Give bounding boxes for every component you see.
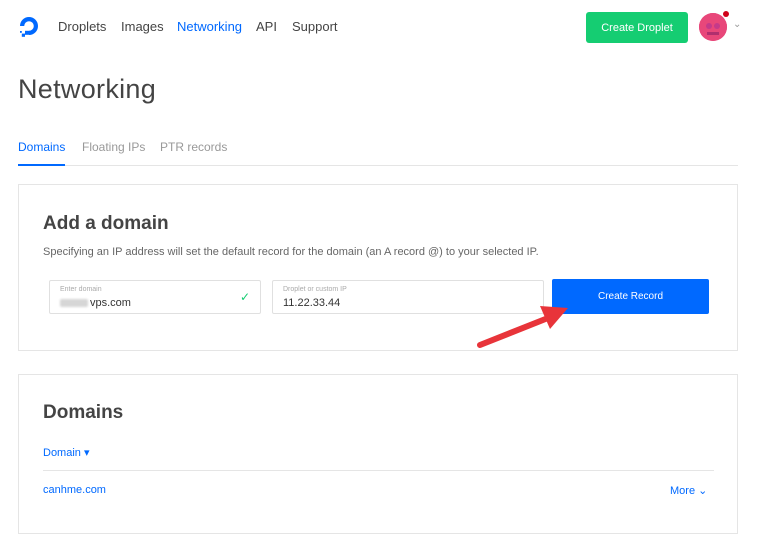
- domain-field-value-wrapper: vps.com: [60, 297, 131, 309]
- top-navigation: Droplets Images Networking API Support C…: [0, 0, 757, 56]
- annotation-arrow-icon: [477, 306, 568, 348]
- tab-ptr-records[interactable]: PTR records: [160, 140, 227, 166]
- checkmark-icon: ✓: [239, 290, 250, 304]
- add-domain-title: Add a domain: [43, 213, 169, 234]
- ip-field-label: Droplet or custom IP: [283, 286, 347, 293]
- domain-field-label: Enter domain: [60, 286, 102, 293]
- chevron-down-icon: ⌄: [698, 485, 708, 497]
- chevron-down-icon[interactable]: ⌄: [733, 19, 741, 30]
- add-domain-description: Specifying an IP address will set the de…: [43, 246, 539, 258]
- nav-item-images[interactable]: Images: [121, 19, 164, 34]
- tab-bar: Domains Floating IPs PTR records: [18, 140, 738, 166]
- ip-field-value[interactable]: 11.22.33.44: [283, 297, 340, 309]
- domain-field[interactable]: Enter domain vps.com ✓: [49, 280, 261, 314]
- create-droplet-button[interactable]: Create Droplet: [586, 12, 688, 43]
- avatar[interactable]: [699, 13, 727, 41]
- domain-column-label: Domain: [43, 447, 81, 459]
- tab-floating-ips[interactable]: Floating IPs: [82, 140, 145, 166]
- more-label: More: [670, 485, 696, 497]
- caret-down-icon: ▾: [83, 447, 90, 459]
- domain-link[interactable]: canhme.com: [43, 484, 106, 496]
- nav-item-api[interactable]: API: [256, 19, 277, 34]
- notification-dot: [723, 11, 729, 17]
- domains-title: Domains: [43, 402, 124, 423]
- avatar-face-icon: [699, 13, 727, 41]
- divider: [43, 470, 714, 471]
- add-domain-card: Add a domain Specifying an IP address wi…: [18, 184, 738, 351]
- domains-card: Domains Domain ▾ canhme.com More ⌄: [18, 374, 738, 534]
- domain-field-value[interactable]: vps.com: [90, 297, 131, 309]
- nav-item-networking[interactable]: Networking: [177, 19, 242, 34]
- nav-item-droplets[interactable]: Droplets: [58, 19, 106, 34]
- tab-domains[interactable]: Domains: [18, 140, 66, 166]
- redacted-text: [60, 299, 88, 308]
- nav-item-support[interactable]: Support: [292, 19, 338, 34]
- domain-column-sort[interactable]: Domain ▾: [43, 446, 90, 459]
- page-title: Networking: [18, 74, 157, 104]
- digitalocean-logo-icon[interactable]: [17, 14, 41, 38]
- more-dropdown[interactable]: More ⌄: [670, 484, 707, 497]
